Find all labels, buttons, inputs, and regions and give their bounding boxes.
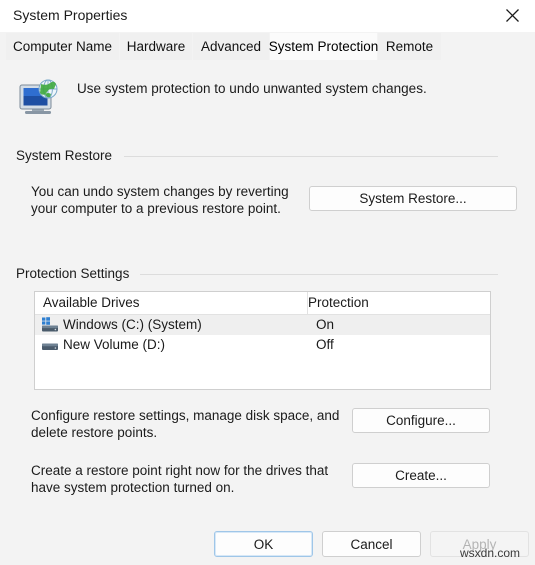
drive-protection-status: On — [316, 317, 335, 332]
protection-settings-group-label: Protection Settings — [16, 266, 138, 281]
drive-name: New Volume (D:) — [63, 337, 166, 352]
close-icon — [505, 8, 520, 23]
configure-button[interactable]: Configure... — [352, 408, 490, 433]
system-restore-group-label: System Restore — [16, 148, 121, 163]
drive-name: Windows (C:) (System) — [63, 317, 202, 332]
column-header-available-drives: Available Drives — [43, 295, 140, 310]
protection-settings-group-rule — [140, 274, 498, 275]
hard-drive-icon — [41, 337, 59, 353]
table-row[interactable]: Windows (C:) (System) On — [35, 315, 490, 335]
ok-button[interactable]: OK — [214, 531, 313, 557]
close-button[interactable] — [489, 0, 535, 31]
tab-label: Advanced — [200, 39, 262, 54]
available-drives-list[interactable]: Available Drives Protection Windows (C:)… — [34, 291, 491, 390]
tab-hardware[interactable]: Hardware — [120, 33, 192, 60]
system-restore-description: You can undo system changes by reverting… — [31, 183, 289, 217]
column-header-protection: Protection — [308, 295, 369, 310]
configure-description: Configure restore settings, manage disk … — [31, 407, 339, 441]
tab-computer-name[interactable]: Computer Name — [6, 33, 119, 60]
create-description-line1: Create a restore point right now for the… — [31, 463, 329, 478]
tab-strip: Computer Name Hardware Advanced System P… — [0, 33, 535, 61]
system-restore-button[interactable]: System Restore... — [309, 186, 517, 211]
system-restore-description-line1: You can undo system changes by reverting — [31, 184, 289, 199]
table-row[interactable]: New Volume (D:) Off — [35, 335, 490, 355]
tab-remote[interactable]: Remote — [378, 33, 441, 60]
tab-label: Hardware — [126, 39, 186, 54]
tab-label: Computer Name — [12, 39, 113, 54]
create-button[interactable]: Create... — [352, 463, 490, 488]
create-description: Create a restore point right now for the… — [31, 462, 328, 496]
title-bar: System Properties — [0, 0, 535, 32]
drive-protection-status: Off — [316, 337, 334, 352]
header-description: Use system protection to undo unwanted s… — [77, 81, 427, 96]
system-protection-icon — [15, 76, 61, 118]
system-restore-description-line2: your computer to a previous restore poin… — [31, 201, 281, 216]
window-title: System Properties — [13, 7, 128, 23]
create-description-line2: have system protection turned on. — [31, 480, 235, 495]
watermark: wsxdn.com — [460, 546, 521, 560]
configure-description-line2: delete restore points. — [31, 425, 158, 440]
cancel-button[interactable]: Cancel — [322, 531, 421, 557]
list-header-row: Available Drives Protection — [35, 292, 490, 315]
tab-label: System Protection — [268, 39, 379, 54]
system-properties-dialog: System Properties Computer Name Hardware… — [0, 0, 535, 565]
windows-drive-icon — [41, 317, 59, 333]
tab-system-protection[interactable]: System Protection — [268, 33, 379, 60]
tab-advanced[interactable]: Advanced — [193, 33, 269, 60]
configure-description-line1: Configure restore settings, manage disk … — [31, 408, 340, 423]
system-restore-group-rule — [124, 156, 498, 157]
tab-label: Remote — [385, 39, 434, 54]
